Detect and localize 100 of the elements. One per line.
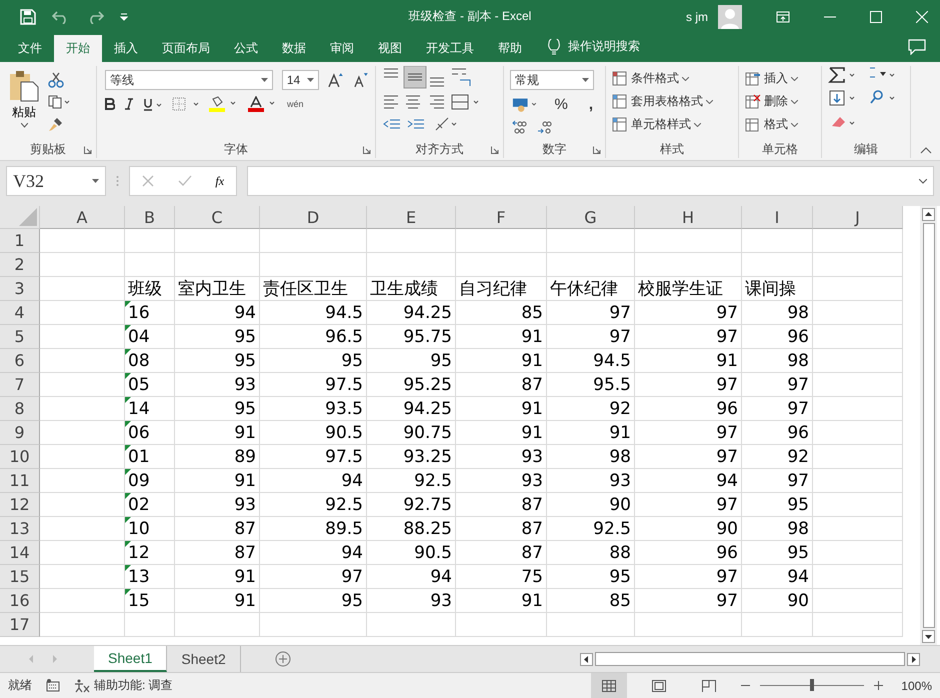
row-header[interactable]: 7 xyxy=(0,373,40,397)
phonetic-guide-button[interactable]: wén xyxy=(287,99,304,109)
scissors-icon[interactable] xyxy=(48,72,64,88)
format-painter-icon[interactable] xyxy=(48,116,64,132)
column-header[interactable]: E xyxy=(367,206,456,229)
row-header[interactable]: 1 xyxy=(0,229,40,253)
dialog-launcher-icon[interactable] xyxy=(491,146,499,154)
save-icon[interactable] xyxy=(20,8,36,24)
row-header[interactable]: 16 xyxy=(0,589,40,613)
column-header[interactable]: I xyxy=(742,206,813,229)
row-header[interactable]: 2 xyxy=(0,253,40,277)
user-name[interactable]: s jm xyxy=(686,10,708,24)
decrease-decimal-icon[interactable] xyxy=(537,119,553,135)
row-header[interactable]: 11 xyxy=(0,469,40,493)
styles-menu-button[interactable]: 套用表格格式 xyxy=(612,93,732,110)
row-header[interactable]: 10 xyxy=(0,445,40,469)
scroll-up-icon[interactable] xyxy=(922,208,935,221)
accessibility-icon[interactable] xyxy=(74,678,90,692)
increase-decimal-icon[interactable] xyxy=(512,119,528,135)
name-box[interactable]: V32 xyxy=(6,166,106,196)
ribbon-tab[interactable]: 插入 xyxy=(102,35,150,62)
column-header[interactable]: F xyxy=(456,206,547,229)
row-header[interactable]: 4 xyxy=(0,301,40,325)
paste-button[interactable]: 粘贴 xyxy=(12,104,36,121)
border-icon[interactable] xyxy=(172,97,200,111)
ribbon-tab[interactable]: 帮助 xyxy=(486,35,534,62)
styles-menu-button[interactable]: 条件格式 xyxy=(612,70,732,87)
ribbon-tab[interactable]: 视图 xyxy=(366,35,414,62)
row-header[interactable]: 3 xyxy=(0,277,40,301)
row-header[interactable]: 12 xyxy=(0,493,40,517)
number-format-field[interactable]: 常规 xyxy=(510,70,594,90)
dialog-launcher-icon[interactable] xyxy=(363,146,371,154)
row-header[interactable]: 15 xyxy=(0,565,40,589)
row-header[interactable]: 5 xyxy=(0,325,40,349)
font-size-field[interactable]: 14 xyxy=(282,70,320,90)
zoom-level[interactable]: 100% xyxy=(901,678,932,692)
styles-menu-button[interactable]: 单元格样式 xyxy=(612,116,732,133)
shrink-font-icon[interactable] xyxy=(353,72,369,88)
tell-me-search[interactable]: 操作说明搜索 xyxy=(568,38,640,55)
column-header[interactable]: A xyxy=(40,206,125,229)
accessibility-status[interactable]: 辅助功能: 调查 xyxy=(94,677,173,694)
caret-icon[interactable] xyxy=(92,179,99,183)
dialog-launcher-icon[interactable] xyxy=(593,146,601,154)
copy-icon[interactable] xyxy=(48,95,70,109)
add-sheet-icon[interactable] xyxy=(274,651,291,667)
column-header[interactable]: H xyxy=(635,206,742,229)
row-header[interactable]: 9 xyxy=(0,421,40,445)
scroll-left-icon[interactable] xyxy=(580,652,593,666)
ribbon-tab[interactable]: 文件 xyxy=(6,35,54,62)
scroll-down-icon[interactable] xyxy=(922,630,935,643)
horizontal-scrollbar[interactable] xyxy=(595,652,905,666)
ribbon-tab[interactable]: 页面布局 xyxy=(150,35,222,62)
column-header[interactable]: C xyxy=(175,206,260,229)
caret-icon[interactable] xyxy=(582,78,589,82)
underline-icon[interactable] xyxy=(143,98,163,110)
column-header[interactable]: G xyxy=(547,206,635,229)
row-header[interactable]: 8 xyxy=(0,397,40,421)
customize-toolbar-icon[interactable] xyxy=(120,12,128,20)
cells-menu-button[interactable]: 删除 xyxy=(745,93,815,110)
formula-input[interactable] xyxy=(247,166,934,196)
check-icon[interactable] xyxy=(178,175,192,187)
row-header[interactable]: 13 xyxy=(0,517,40,541)
cells-menu-button[interactable]: 插入 xyxy=(745,70,815,87)
avatar-icon[interactable] xyxy=(718,4,742,28)
grow-font-icon[interactable] xyxy=(328,72,344,88)
caret-icon[interactable] xyxy=(307,78,314,82)
macro-record-icon[interactable] xyxy=(46,679,60,692)
ribbon-tab[interactable]: 开发工具 xyxy=(414,35,486,62)
column-header[interactable]: B xyxy=(125,206,175,229)
ribbon-tab[interactable]: 公式 xyxy=(222,35,270,62)
lightbulb-icon[interactable] xyxy=(548,39,560,55)
ribbon-tab[interactable]: 数据 xyxy=(270,35,318,62)
clipboard-icon[interactable] xyxy=(9,70,39,102)
comma-button[interactable]: , xyxy=(582,96,599,113)
ribbon-tab[interactable]: 审阅 xyxy=(318,35,366,62)
scroll-right-icon[interactable] xyxy=(907,652,920,666)
ribbon-display-icon[interactable] xyxy=(776,10,790,22)
font-name-field[interactable]: 等线 xyxy=(105,70,273,90)
percent-button[interactable]: % xyxy=(548,96,574,113)
row-header[interactable]: 6 xyxy=(0,349,40,373)
ribbon-tab[interactable]: 开始 xyxy=(54,35,102,62)
zoom-in-icon[interactable] xyxy=(874,681,884,690)
caret-icon[interactable] xyxy=(260,78,268,82)
insert-function-button[interactable]: fx xyxy=(215,174,224,188)
bold-icon[interactable] xyxy=(105,98,115,110)
row-header[interactable]: 17 xyxy=(0,613,40,637)
expand-icon[interactable] xyxy=(919,178,927,184)
comment-icon[interactable] xyxy=(908,39,926,55)
row-header[interactable]: 14 xyxy=(0,541,40,565)
vertical-scrollbar[interactable] xyxy=(922,223,934,628)
column-header[interactable]: J xyxy=(813,206,903,229)
caret-icon[interactable] xyxy=(20,123,28,128)
close-icon[interactable] xyxy=(916,10,928,22)
column-header[interactable]: D xyxy=(260,206,367,229)
maximize-icon[interactable] xyxy=(870,10,882,22)
italic-icon[interactable] xyxy=(124,98,134,110)
normal-view-button[interactable] xyxy=(591,673,628,698)
cells-menu-button[interactable]: 格式 xyxy=(745,116,815,133)
dialog-launcher-icon[interactable] xyxy=(84,146,92,154)
collapse-ribbon-icon[interactable] xyxy=(920,147,932,154)
